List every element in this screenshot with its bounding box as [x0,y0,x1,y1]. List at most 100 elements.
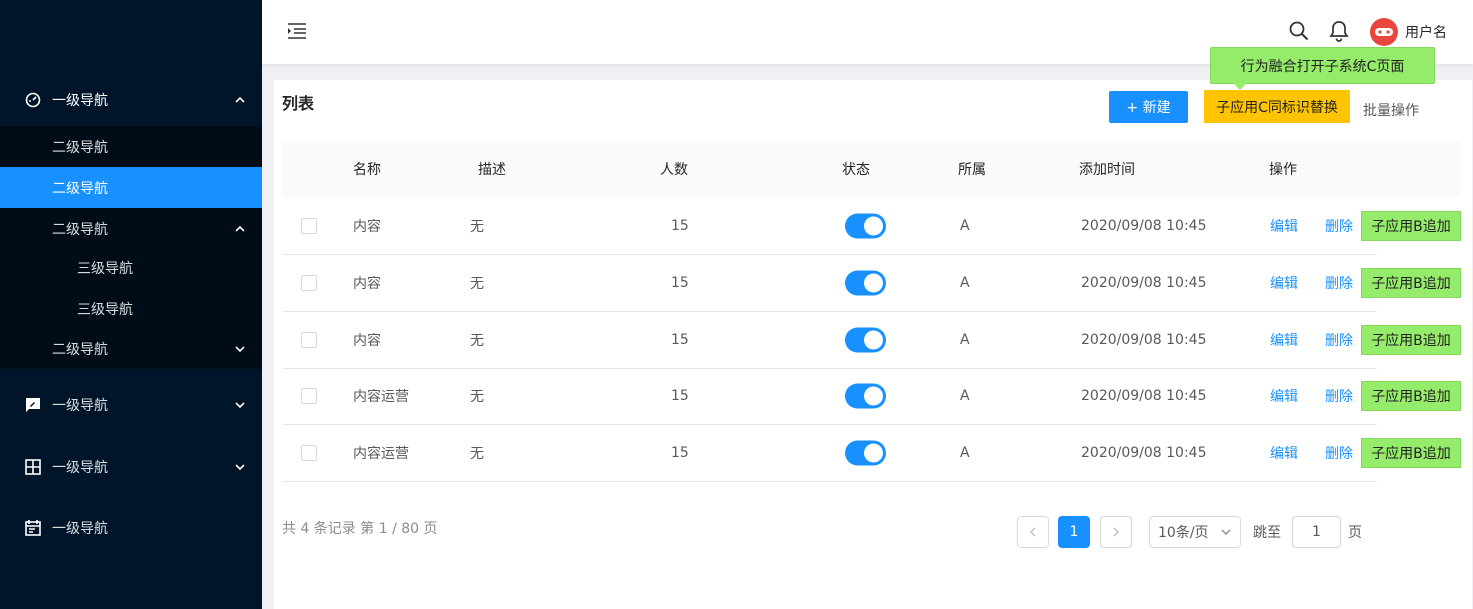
column-header: 操作 [1269,162,1297,178]
next-page-button[interactable] [1100,516,1132,548]
avatar[interactable] [1369,17,1399,47]
sidebar-item-label: 二级导航 [52,180,108,197]
sidebar-item-sub3[interactable]: 二级导航 [0,208,262,249]
cell-owner: A [960,388,970,404]
append-button[interactable]: 子应用B追加 [1361,381,1461,411]
chevron-up-icon [235,96,245,103]
column-header: 人数 [660,162,688,178]
delete-link[interactable]: 删除 [1325,216,1353,236]
cell-owner: A [960,332,970,348]
list-card: 列表 + 新建 子应用C同标识替换 批量操作 行为融合打开子系统C页面 名称 描… [274,47,1472,609]
delete-link[interactable]: 删除 [1325,443,1353,463]
cell-time: 2020/09/08 10:45 [1081,275,1207,291]
table-row: 内容 无 15 A 2020/09/08 10:45 编辑 删除 子应用B追加 [282,312,1461,369]
status-switch[interactable] [845,327,886,353]
table-row: 内容 无 15 A 2020/09/08 10:45 编辑 删除 子应用B追加 [282,198,1461,255]
cell-time: 2020/09/08 10:45 [1081,445,1207,461]
switch-knob [864,443,883,463]
cell-time: 2020/09/08 10:45 [1081,218,1207,234]
edit-link[interactable]: 编辑 [1270,330,1298,350]
append-button[interactable]: 子应用B追加 [1361,325,1461,355]
cell-count: 15 [671,275,689,291]
sidebar-item-label: 二级导航 [52,342,108,358]
jump-page-input[interactable]: 1 [1292,516,1341,548]
cell-count: 15 [671,388,689,404]
chevron-up-icon [235,225,245,232]
cell-owner: A [960,445,970,461]
sidebar-item-nav1[interactable]: 一级导航 [0,80,262,120]
edit-link[interactable]: 编辑 [1270,273,1298,293]
row-checkbox[interactable] [301,332,317,348]
feedback-icon [26,398,40,412]
edit-link[interactable]: 编辑 [1270,443,1298,463]
delete-link[interactable]: 删除 [1325,386,1353,406]
new-button[interactable]: + 新建 [1109,91,1188,123]
column-header: 名称 [353,162,381,178]
row-checkbox[interactable] [301,445,317,461]
edit-link[interactable]: 编辑 [1270,386,1298,406]
replace-button[interactable]: 子应用C同标识替换 [1204,90,1350,123]
cell-desc: 无 [470,219,484,235]
cell-time: 2020/09/08 10:45 [1081,332,1207,348]
row-checkbox[interactable] [301,275,317,291]
delete-link[interactable]: 删除 [1325,330,1353,350]
sidebar-item-sub1[interactable]: 二级导航 [0,126,262,167]
sidebar: 一级导航 二级导航 二级导航 二级导航 三级导航 三级导航 二级导航 一级导航 … [0,0,262,609]
sidebar-item-sub4[interactable]: 二级导航 [0,329,262,369]
status-switch[interactable] [845,383,886,409]
sidebar-item-label: 一级导航 [52,521,108,537]
sidebar-item-third1[interactable]: 三级导航 [0,248,262,288]
sidebar-item-sub2-active[interactable]: 二级导航 [0,167,262,208]
batch-operation-link[interactable]: 批量操作 [1363,100,1419,120]
jump-label: 跳至 [1253,525,1281,541]
cell-name: 内容 [353,333,381,349]
cell-desc: 无 [470,276,484,292]
prev-page-button[interactable] [1017,516,1049,548]
sidebar-item-nav2[interactable]: 一级导航 [0,385,262,425]
page-unit-label: 页 [1348,525,1362,541]
table-header: 名称 描述 人数 状态 所属 添加时间 操作 [282,141,1460,197]
menu-indent-icon[interactable] [286,20,308,42]
username[interactable]: 用户名 [1405,22,1447,42]
sidebar-item-nav3[interactable]: 一级导航 [0,447,262,487]
edit-link[interactable]: 编辑 [1270,216,1298,236]
table-row: 内容 无 15 A 2020/09/08 10:45 编辑 删除 子应用B追加 [282,255,1461,312]
column-header: 状态 [842,162,870,178]
row-checkbox[interactable] [301,218,317,234]
sidebar-item-third2[interactable]: 三级导航 [0,289,262,329]
sidebar-item-label: 一级导航 [52,398,108,414]
sidebar-item-label: 一级导航 [52,93,108,109]
dashboard-icon [25,92,41,108]
sidebar-item-label: 三级导航 [77,302,133,318]
chevron-down-icon [1221,529,1231,535]
cell-count: 15 [671,445,689,461]
chevron-down-icon [235,464,245,471]
bell-icon[interactable] [1328,20,1350,42]
cell-name: 内容运营 [353,389,409,405]
search-icon[interactable] [1288,20,1310,42]
status-switch[interactable] [845,213,886,239]
chevron-right-icon [1113,527,1120,537]
delete-link[interactable]: 删除 [1325,273,1353,293]
row-checkbox[interactable] [301,388,317,404]
page-title: 列表 [282,94,315,113]
status-switch[interactable] [845,440,886,466]
switch-knob [864,386,883,406]
append-button[interactable]: 子应用B追加 [1361,268,1461,298]
grid-icon [25,459,41,475]
cell-count: 15 [671,218,689,234]
cell-desc: 无 [470,333,484,349]
page-size-value: 10条/页 [1158,525,1209,541]
sidebar-item-label: 二级导航 [52,139,108,156]
append-button[interactable]: 子应用B追加 [1361,211,1461,241]
append-button[interactable]: 子应用B追加 [1361,438,1461,468]
table-row: 内容运营 无 15 A 2020/09/08 10:45 编辑 删除 子应用B追加 [282,425,1461,482]
status-switch[interactable] [845,270,886,296]
cell-time: 2020/09/08 10:45 [1081,388,1207,404]
cell-name: 内容 [353,276,381,292]
page-1-button[interactable]: 1 [1058,516,1090,548]
pagination-total: 共 4 条记录 第 1 / 80 页 [282,521,438,537]
page-size-select[interactable]: 10条/页 [1149,516,1241,548]
sidebar-item-nav4[interactable]: 一级导航 [0,508,262,548]
table-row: 内容运营 无 15 A 2020/09/08 10:45 编辑 删除 子应用B追加 [282,368,1461,425]
